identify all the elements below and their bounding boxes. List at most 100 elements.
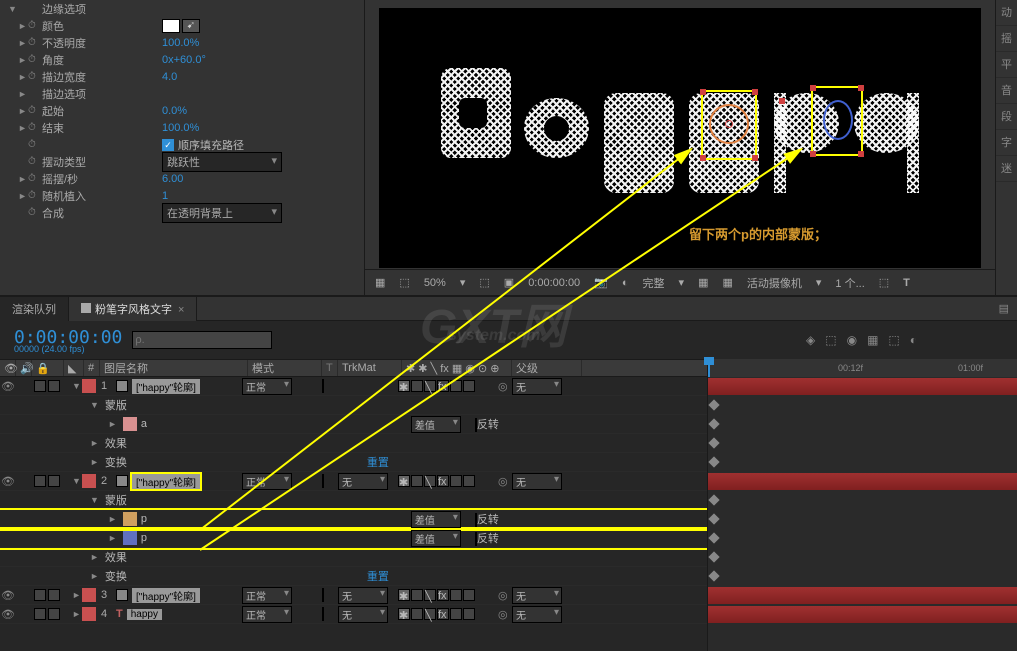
parent-pickwhip[interactable]: ◎ <box>498 589 512 602</box>
stopwatch-icon[interactable]: ⏱ <box>28 139 42 150</box>
panel-tab[interactable]: 字 <box>996 130 1017 156</box>
group-label[interactable]: 蒙版 <box>105 397 127 413</box>
prop-fill-path[interactable]: ⏱✓顺序填充路径 <box>0 136 364 153</box>
invert-checkbox[interactable] <box>475 532 477 546</box>
panel-tab[interactable]: 摇 <box>996 26 1017 52</box>
visibility-toggle[interactable]: 👁 <box>0 608 16 621</box>
solo-toggle[interactable] <box>34 475 46 487</box>
layer-name[interactable]: happy <box>127 609 162 620</box>
time-ruler[interactable]: 00:12f 01:00f <box>708 359 1017 377</box>
prop-color[interactable]: ►⏱颜色➹ <box>0 17 364 34</box>
parent-pickwhip[interactable]: ◎ <box>498 380 512 393</box>
stopwatch-icon[interactable]: ⏱ <box>28 71 42 82</box>
mask-color[interactable] <box>123 531 137 545</box>
layer-color[interactable] <box>82 379 96 393</box>
group-label[interactable]: 效果 <box>105 549 127 565</box>
parent-dropdown[interactable]: 无 <box>512 606 562 623</box>
keyframe[interactable] <box>708 513 719 524</box>
visibility-toggle[interactable]: 👁 <box>0 475 16 488</box>
mask-mode-dropdown[interactable]: 差值 <box>411 416 461 433</box>
group-label[interactable]: 变换 <box>105 568 127 584</box>
resolution-dropdown[interactable]: 完整 <box>639 273 669 293</box>
stopwatch-icon[interactable]: ⏱ <box>28 20 42 31</box>
tab-render-queue[interactable]: 渲染队列 <box>0 297 69 321</box>
mask-color[interactable] <box>123 417 137 431</box>
panel-tab[interactable]: 段 <box>996 104 1017 130</box>
stopwatch-icon[interactable]: ⏱ <box>28 105 42 116</box>
layer-name[interactable]: ["happy"轮廓] <box>132 588 200 603</box>
text-tool-icon[interactable]: T <box>899 275 914 291</box>
lock-column[interactable]: 🔒 <box>32 360 64 376</box>
layer-color[interactable] <box>82 607 96 621</box>
eye-column[interactable]: 👁 <box>0 360 16 376</box>
mask-name[interactable]: p <box>141 532 301 544</box>
av-toggle[interactable] <box>48 475 60 487</box>
screen-icon[interactable]: ⬚ <box>395 274 413 291</box>
mask-name[interactable]: p <box>141 513 301 525</box>
toolbar-icon[interactable]: ◐ <box>910 333 917 347</box>
composite-dropdown[interactable]: 在透明背景上 <box>162 203 282 223</box>
toolbar-icon[interactable]: ⬚ <box>825 333 836 347</box>
prop-wiggle-type[interactable]: ⏱摆动类型跳跃性 <box>0 153 364 170</box>
stopwatch-icon[interactable]: ⏱ <box>28 207 42 218</box>
layer-name[interactable]: ["happy"轮廓] <box>132 379 200 394</box>
solo-toggle[interactable] <box>34 380 46 392</box>
camera-dropdown[interactable]: 活动摄像机 <box>743 273 806 293</box>
keyframe[interactable] <box>708 494 719 505</box>
layer-color[interactable] <box>82 474 96 488</box>
trkmat-toggle[interactable] <box>322 379 324 393</box>
stopwatch-icon[interactable]: ⏱ <box>28 122 42 133</box>
invert-checkbox[interactable] <box>475 418 477 432</box>
prop-angle[interactable]: ►⏱角度0x+60.0° <box>0 51 364 68</box>
mask-mode-dropdown[interactable]: 差值 <box>411 511 461 528</box>
keyframe[interactable] <box>708 456 719 467</box>
prop-start[interactable]: ►⏱起始0.0% <box>0 102 364 119</box>
toolbar-icon[interactable]: ◉ <box>847 333 857 347</box>
av-toggle[interactable] <box>48 608 60 620</box>
checkbox-icon[interactable]: ✓ <box>162 139 174 151</box>
stopwatch-icon[interactable]: ⏱ <box>28 156 42 167</box>
mask-mode-dropdown[interactable]: 差值 <box>411 530 461 547</box>
toolbar-icon[interactable]: ▦ <box>718 274 736 291</box>
toolbar-icon[interactable]: ▦ <box>694 274 712 291</box>
layer-name[interactable]: ["happy"轮廓] <box>132 474 200 489</box>
prop-stroke-options[interactable]: ►描边选项 <box>0 85 364 102</box>
av-toggle[interactable] <box>48 380 60 392</box>
panel-menu-icon[interactable]: ▤ <box>999 302 1009 315</box>
keyframe[interactable] <box>708 532 719 543</box>
prop-wiggle-sec[interactable]: ►⏱摇摆/秒6.00 <box>0 170 364 187</box>
group-label[interactable]: 变换 <box>105 454 127 470</box>
trkmat-dropdown[interactable]: 无 <box>338 587 388 604</box>
prop-random-seed[interactable]: ►⏱随机植入1 <box>0 187 364 204</box>
parent-dropdown[interactable]: 无 <box>512 473 562 490</box>
solo-toggle[interactable] <box>34 608 46 620</box>
prop-opacity[interactable]: ►⏱不透明度100.0% <box>0 34 364 51</box>
blend-mode-dropdown[interactable]: 正常 <box>242 606 292 623</box>
prop-end[interactable]: ►⏱结束100.0% <box>0 119 364 136</box>
layer-duration-bar[interactable] <box>708 378 1017 395</box>
keyframe[interactable] <box>708 418 719 429</box>
eyedropper-icon[interactable]: ➹ <box>182 19 200 33</box>
parent-pickwhip[interactable]: ◎ <box>498 475 512 488</box>
panel-tab[interactable]: 迷 <box>996 156 1017 182</box>
mask-name[interactable]: a <box>141 418 301 430</box>
parent-dropdown[interactable]: 无 <box>512 587 562 604</box>
layer-duration-bar[interactable] <box>708 473 1017 490</box>
panel-tab[interactable]: 音 <box>996 78 1017 104</box>
mask-color[interactable] <box>123 512 137 526</box>
av-toggle[interactable] <box>48 589 60 601</box>
toolbar-icon[interactable]: ▦ <box>867 333 878 347</box>
grid-icon[interactable]: ▦ <box>371 274 389 291</box>
preview-canvas[interactable]: 留下两个p的内部蒙版； <box>379 8 981 268</box>
layer-search-input[interactable] <box>132 331 272 349</box>
reset-link[interactable]: 重置 <box>367 454 389 470</box>
views-dropdown[interactable]: 1 个... <box>831 273 868 293</box>
stopwatch-icon[interactable]: ⏱ <box>28 54 42 65</box>
stopwatch-icon[interactable]: ⏱ <box>28 190 42 201</box>
tab-composition[interactable]: 粉笔字风格文字× <box>69 297 197 321</box>
visibility-toggle[interactable]: 👁 <box>0 589 16 602</box>
timeline-tracks[interactable]: 00:12f 01:00f <box>707 359 1017 651</box>
layer-duration-bar[interactable] <box>708 606 1017 623</box>
prop-edge-options[interactable]: ▼边缘选项 <box>0 0 364 17</box>
trkmat-toggle[interactable] <box>322 474 324 488</box>
